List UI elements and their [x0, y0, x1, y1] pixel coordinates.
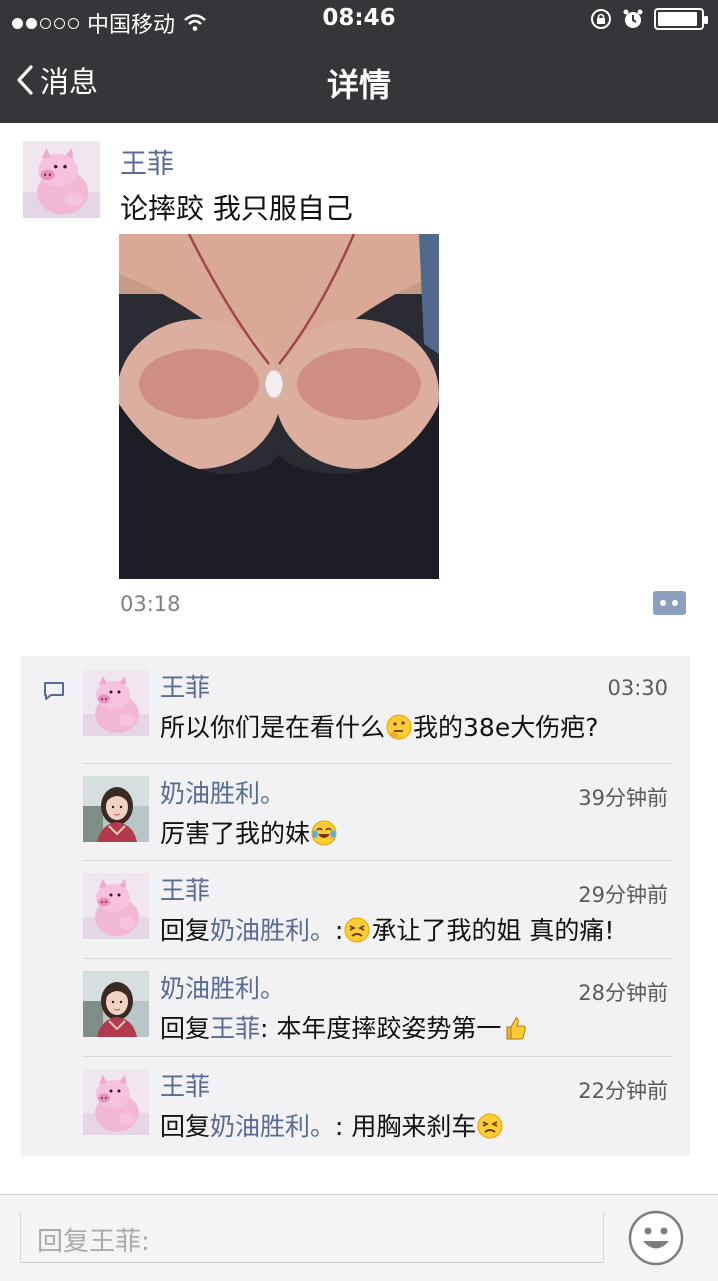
comment-text: 回复王菲: 本年度摔跤姿势第一	[160, 1009, 529, 1045]
comment-avatar[interactable]	[83, 1069, 149, 1135]
comment-time: 39分钟前	[578, 786, 668, 810]
comment-time: 22分钟前	[578, 1079, 668, 1103]
reply-to-link[interactable]: 奶油胜利。	[210, 1112, 335, 1141]
comment-time: 28分钟前	[578, 981, 668, 1005]
comment-time: 03:30	[607, 676, 668, 700]
comment-item[interactable]: 王菲 29分钟前 回复奶油胜利。: 承让了我的姐 真的痛!	[21, 861, 690, 959]
rotation-lock-icon	[591, 9, 611, 29]
comment-avatar[interactable]	[83, 670, 149, 736]
persevering-face-emoji-icon	[344, 917, 370, 943]
status-right	[590, 8, 708, 30]
status-bar: 中国移动 08:46	[0, 0, 718, 40]
comment-avatar[interactable]	[83, 971, 149, 1037]
comment-avatar[interactable]	[83, 776, 149, 842]
post-photo[interactable]	[119, 234, 439, 579]
battery-icon	[654, 8, 708, 30]
comment-time: 29分钟前	[578, 883, 668, 907]
reply-input-bar: 回复王菲:	[0, 1194, 718, 1281]
comment-author[interactable]: 奶油胜利。	[160, 969, 285, 1005]
nav-bar: 消息 详情	[0, 40, 718, 123]
laughing-tears-emoji-icon	[311, 820, 337, 846]
comment-item[interactable]: 王菲 03:30 所以你们是在看什么 我的38e大伤疤?	[21, 658, 690, 756]
comment-action-icon[interactable]	[653, 591, 686, 615]
comments-section: 王菲 03:30 所以你们是在看什么 我的38e大伤疤? 奶油胜利。 39分钟前 …	[21, 656, 690, 1156]
comment-item[interactable]: 奶油胜利。 28分钟前 回复王菲: 本年度摔跤姿势第一	[21, 959, 690, 1057]
comment-avatar[interactable]	[83, 873, 149, 939]
page-title: 详情	[326, 66, 391, 104]
thumbs-up-emoji-icon	[506, 1017, 527, 1040]
comment-author[interactable]: 王菲	[160, 668, 210, 704]
post-time: 03:18	[120, 592, 181, 616]
thinking-emoji-icon	[386, 714, 412, 740]
persevering-face-emoji-icon	[477, 1113, 503, 1139]
reply-to-link[interactable]: 王菲	[210, 1014, 260, 1043]
author-name[interactable]: 王菲	[120, 142, 174, 181]
comment-author[interactable]: 王菲	[160, 871, 210, 907]
comment-text: 回复奶油胜利。: 承让了我的姐 真的痛!	[160, 916, 615, 945]
comment-item[interactable]: 王菲 22分钟前 回复奶油胜利。: 用胸来刹车	[21, 1057, 690, 1155]
reply-input[interactable]: 回复王菲:	[20, 1212, 604, 1263]
alarm-icon	[623, 9, 643, 28]
comment-text: 厉害了我的妹	[160, 814, 338, 850]
comment-author[interactable]: 王菲	[160, 1067, 210, 1103]
emoji-picker-button[interactable]	[628, 1210, 684, 1266]
comment-item[interactable]: 奶油胜利。 39分钟前 厉害了我的妹	[21, 764, 690, 862]
comment-text: 所以你们是在看什么 我的38e大伤疤?	[160, 713, 599, 742]
comment-text: 回复奶油胜利。: 用胸来刹车	[160, 1107, 504, 1143]
comment-author[interactable]: 奶油胜利。	[160, 774, 285, 810]
post-text: 论摔跤 我只服自己	[120, 192, 353, 225]
reply-to-link[interactable]: 奶油胜利。	[210, 916, 335, 945]
author-avatar[interactable]	[23, 141, 100, 218]
